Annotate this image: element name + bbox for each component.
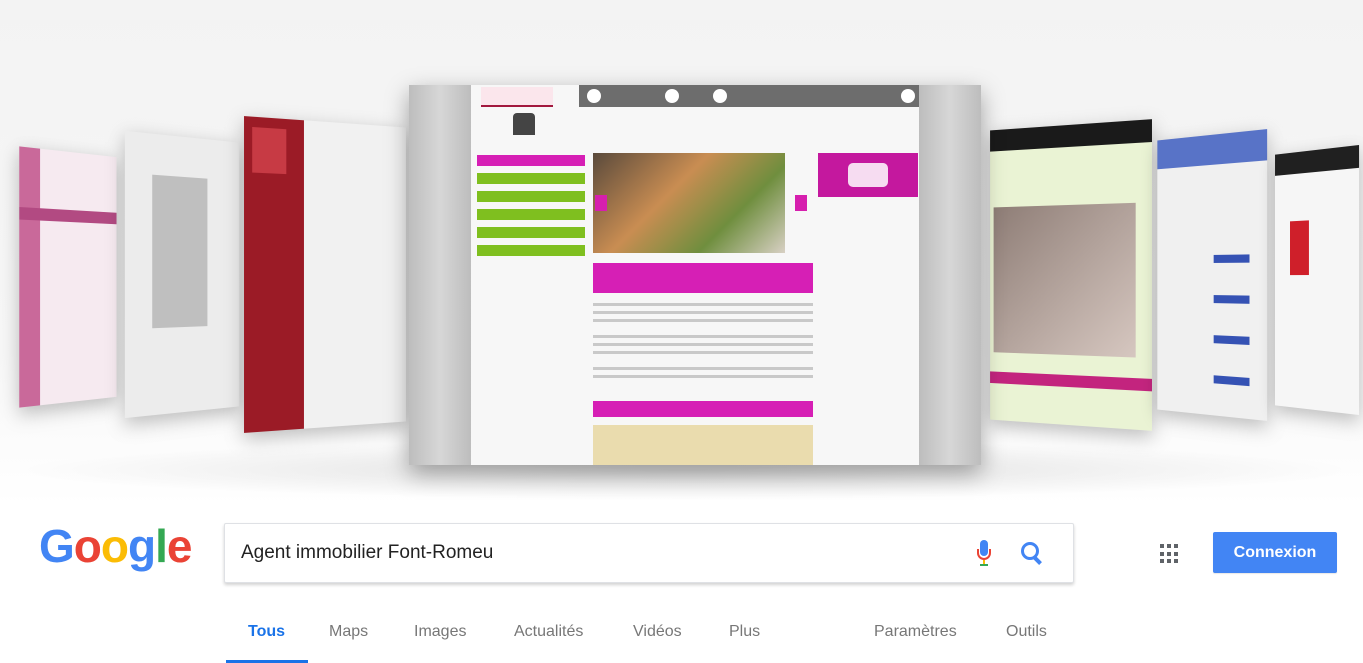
tab-plus[interactable]: Plus <box>729 623 760 641</box>
signin-button[interactable]: Connexion <box>1213 532 1337 573</box>
tab-outils[interactable]: Outils <box>1006 623 1047 641</box>
creperie-menu-item <box>477 227 585 238</box>
search-input[interactable] <box>239 534 943 572</box>
search-box <box>224 523 1074 583</box>
location-banner <box>593 401 813 417</box>
tab-images[interactable]: Images <box>414 623 466 641</box>
tab-videos[interactable]: Vidéos <box>633 623 682 641</box>
creperie-logo <box>481 87 553 107</box>
slide-prev-arrow-icon <box>595 195 607 211</box>
stone-column-left <box>409 85 471 465</box>
website-preview-right-1 <box>990 119 1152 431</box>
creperie-menu-item <box>477 245 585 256</box>
hero-banner <box>0 0 1363 505</box>
creperie-menu-item <box>477 155 585 166</box>
tab-parametres[interactable]: Paramètres <box>874 623 957 641</box>
specialties-banner <box>593 263 813 293</box>
tab-actualites[interactable]: Actualités <box>514 623 583 641</box>
creperie-nav-bar <box>579 85 919 107</box>
microphone-icon[interactable] <box>977 540 991 566</box>
logo-letter: l <box>155 520 167 572</box>
search-icon[interactable] <box>1021 542 1043 564</box>
creperie-menu-item <box>477 173 585 184</box>
website-preview-right-2 <box>1157 129 1267 421</box>
stone-column-right <box>919 85 981 465</box>
creperie-menu-item <box>477 209 585 220</box>
logo-letter: g <box>128 520 155 572</box>
website-preview-center <box>409 85 981 465</box>
logo-letter: e <box>167 520 192 572</box>
logo-letter: o <box>74 520 101 572</box>
apps-grid-icon[interactable] <box>1160 544 1180 564</box>
tab-maps[interactable]: Maps <box>329 623 368 641</box>
creperie-menu-item <box>477 191 585 202</box>
food-slideshow-image <box>593 153 785 253</box>
chef-icon <box>513 113 535 135</box>
tab-tous[interactable]: Tous <box>248 623 285 641</box>
website-preview-left-2 <box>125 131 239 418</box>
logo-letter: o <box>101 520 128 572</box>
google-logo[interactable]: Google <box>39 523 191 569</box>
slide-next-arrow-icon <box>795 195 807 211</box>
website-preview-right-3 <box>1275 145 1359 415</box>
creperie-mockup-page <box>471 85 919 465</box>
logo-letter: G <box>39 520 74 572</box>
website-preview-left-3 <box>244 116 406 433</box>
website-preview-left-1 <box>19 146 116 407</box>
search-tabs: Tous Maps Images Actualités Vidéos Plus … <box>0 605 1363 663</box>
camera-icon <box>818 153 918 197</box>
location-map <box>593 425 813 465</box>
